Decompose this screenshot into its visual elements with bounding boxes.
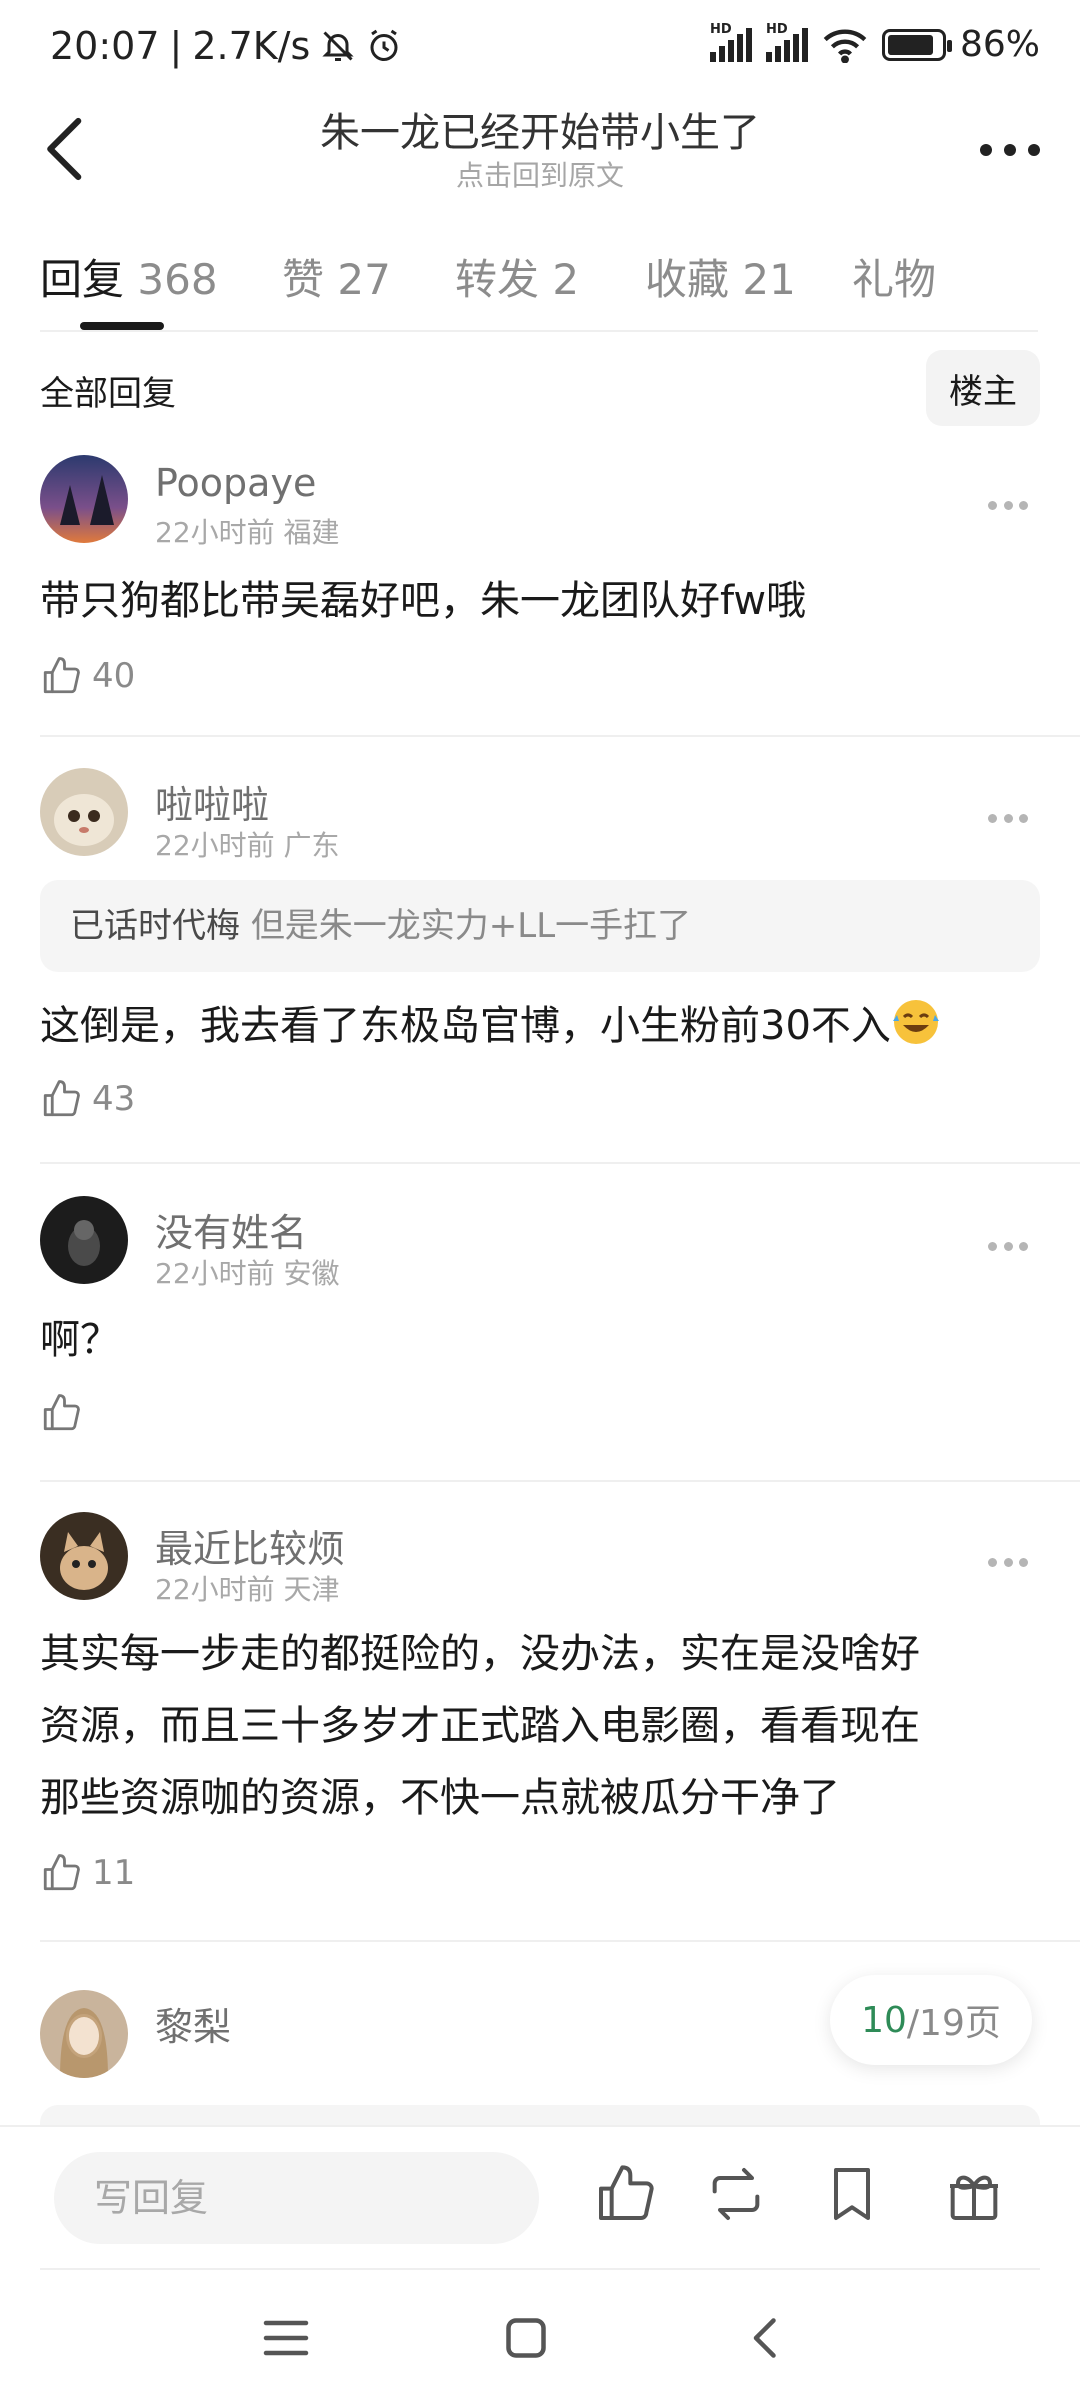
tab-likes[interactable]: 赞 27: [282, 246, 391, 307]
comment-divider: [40, 1940, 1080, 1942]
tab-bar: 回复 368 赞 27 转发 2 收藏 21 礼物: [0, 230, 1080, 330]
like-button[interactable]: 43: [40, 1078, 135, 1120]
avatar[interactable]: [40, 768, 128, 856]
status-right: HD HD 86%: [709, 22, 1040, 65]
page-title[interactable]: 朱一龙已经开始带小生了: [0, 100, 1080, 158]
filter-row: 全部回复 楼主: [40, 350, 1040, 430]
comment-text: 啊？: [40, 1317, 120, 1363]
thumb-up-icon: [43, 1080, 80, 1117]
like-count: 43: [92, 1079, 136, 1119]
like-button[interactable]: [40, 1392, 82, 1434]
quoted-reply[interactable]: 已话时代梅 但是朱一龙实力+LL一手扛了: [40, 880, 1040, 972]
tabs-divider: [40, 330, 1038, 332]
owner-only-button[interactable]: 楼主: [926, 350, 1040, 426]
like-button[interactable]: 11: [40, 1852, 135, 1894]
mute-bell-icon: [322, 31, 354, 61]
avatar[interactable]: [40, 1512, 128, 1600]
rofl-emoji-icon: [892, 1000, 939, 1044]
comment-more-icon[interactable]: [988, 814, 1028, 826]
like-button[interactable]: 40: [40, 655, 135, 697]
page-indicator[interactable]: 10/19页: [830, 1975, 1032, 2065]
comment-meta: 22小时前 广东: [155, 829, 340, 862]
status-bar: 20:07 | 2.7K/s HD HD 86%: [0, 0, 1080, 100]
comment-meta: 22小时前 安徽: [155, 1257, 340, 1290]
avatar[interactable]: [40, 1196, 128, 1284]
wifi-icon: [823, 29, 867, 63]
repost-icon[interactable]: [704, 2162, 768, 2226]
header: 朱一龙已经开始带小生了 点击回到原文: [0, 96, 1080, 206]
thumb-up-icon: [43, 1394, 80, 1431]
quoted-text: 但是朱一龙实力+LL一手扛了: [250, 906, 692, 946]
battery-percent: 86%: [959, 24, 1040, 65]
comment-more-icon[interactable]: [988, 1242, 1028, 1254]
system-nav-bar: [0, 2272, 1080, 2400]
more-options-icon[interactable]: [980, 130, 1040, 170]
battery-icon: [881, 28, 952, 61]
comment-text: 其实每一步走的都挺险的，没办法，实在是没啥好 资源，而且三十多岁才正式踏入电影圈…: [40, 1631, 920, 1821]
thumb-up-icon: [43, 657, 80, 694]
comment-divider: [40, 1162, 1080, 1164]
active-tab-indicator: [80, 322, 164, 330]
like-count: 40: [92, 656, 136, 696]
signal-icon-2: HD: [765, 22, 808, 62]
reply-input[interactable]: 写回复: [54, 2152, 539, 2244]
tab-gifts[interactable]: 礼物: [852, 246, 936, 307]
comment-meta: 22小时前 天津: [155, 1573, 340, 1606]
username[interactable]: 最近比较烦: [155, 1518, 345, 1573]
bookmark-icon[interactable]: [820, 2162, 884, 2226]
like-count: 11: [92, 1853, 136, 1893]
thumb-up-icon: [43, 1854, 80, 1891]
all-replies-label: 全部回复: [40, 374, 176, 414]
alarm-icon: [370, 29, 398, 61]
tab-favorites[interactable]: 收藏 21: [645, 246, 796, 307]
comment-more-icon[interactable]: [988, 1558, 1028, 1570]
avatar[interactable]: [40, 1990, 128, 2078]
menu-icon[interactable]: [256, 2308, 316, 2368]
bottom-divider: [40, 2268, 1040, 2270]
tab-replies[interactable]: 回复 368: [40, 246, 218, 307]
comment-divider: [40, 735, 1080, 737]
comment-divider: [40, 1480, 1080, 1482]
username[interactable]: 啦啦啦: [155, 774, 269, 829]
username[interactable]: Poopaye: [155, 461, 316, 505]
status-time: 20:07: [50, 24, 160, 68]
comment-text: 这倒是，我去看了东极岛官博，小生粉前30不入: [40, 990, 1040, 1062]
network-speed: 2.7K/s: [192, 24, 311, 68]
tab-reposts[interactable]: 转发 2: [455, 246, 579, 307]
quoted-username[interactable]: 已话时代梅: [70, 906, 240, 946]
thumb-up-icon[interactable]: [593, 2162, 657, 2226]
bottom-action-bar: 写回复: [0, 2125, 1080, 2270]
comment-text: 带只狗都比带吴磊好吧，朱一龙团队好fw哦: [40, 578, 807, 624]
status-separator: |: [169, 24, 183, 68]
gift-icon[interactable]: [942, 2162, 1006, 2226]
comment-meta: 22小时前 福建: [155, 516, 340, 549]
signal-icon: HD: [709, 22, 752, 62]
avatar[interactable]: [40, 455, 128, 543]
back-to-original-link[interactable]: 点击回到原文: [0, 154, 1080, 194]
home-square-icon[interactable]: [496, 2308, 556, 2368]
status-left: 20:07 | 2.7K/s: [50, 24, 402, 68]
back-nav-icon[interactable]: [736, 2308, 796, 2368]
username[interactable]: 黎梨: [155, 1996, 231, 2051]
username[interactable]: 没有姓名: [155, 1202, 307, 1257]
comment-more-icon[interactable]: [988, 501, 1028, 513]
